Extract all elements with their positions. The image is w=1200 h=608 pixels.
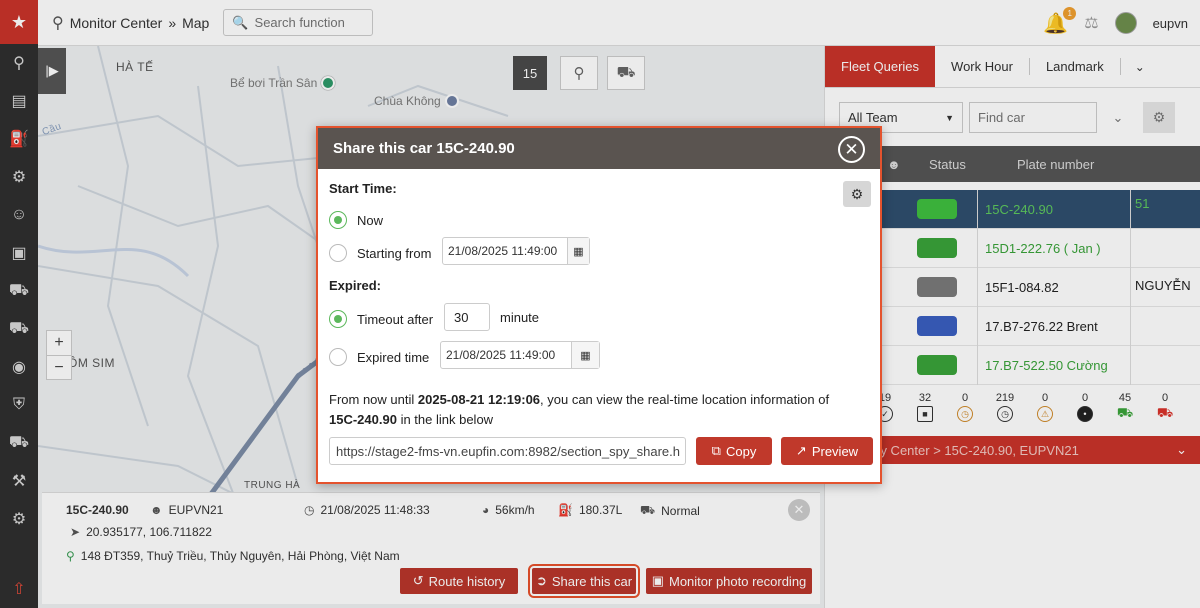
timeout-radio[interactable]: Timeout after (329, 310, 433, 328)
expired-datetime-value: 21/08/2025 11:49:00 (446, 348, 556, 362)
msg-plate: 15C-240.90 (329, 412, 397, 427)
now-label: Now (357, 212, 384, 228)
timeout-label: Timeout after (357, 311, 434, 327)
msg-mid: , you can view the real-time location in… (540, 392, 830, 407)
copy-button[interactable]: ⧉ Copy (696, 437, 772, 465)
msg-suffix: in the link below (396, 412, 494, 427)
radio-button-checked[interactable] (329, 310, 347, 328)
radio-button-checked[interactable] (329, 211, 347, 229)
expired-time-radio[interactable]: Expired time (329, 348, 429, 366)
start-time-label: Start Time: (329, 181, 397, 196)
modal-header: Share this car 15C-240.90 ✕ (318, 128, 880, 169)
starting-from-label: Starting from (357, 245, 432, 261)
msg-prefix: From now until (329, 392, 418, 407)
starting-from-radio[interactable]: Starting from (329, 244, 431, 262)
expired-label: Expired: (329, 278, 382, 293)
share-car-modal: Share this car 15C-240.90 ✕ ⚙ Start Time… (316, 126, 882, 484)
share-message: From now until 2025-08-21 12:19:06, you … (329, 390, 859, 430)
preview-label: Preview (811, 443, 859, 459)
modal-title: Share this car 15C-240.90 (333, 140, 515, 157)
preview-button[interactable]: ↗ Preview (781, 437, 873, 465)
share-link-field[interactable]: https://stage2-fms-vn.eupfin.com:8982/se… (329, 437, 686, 465)
timeout-minutes-input[interactable]: 30 (444, 303, 490, 331)
calendar-icon[interactable]: ▦ (571, 342, 599, 368)
now-radio[interactable]: Now (329, 211, 383, 229)
modal-settings-gear-icon[interactable]: ⚙ (843, 181, 871, 207)
close-icon[interactable]: ✕ (838, 136, 865, 163)
radio-button[interactable] (329, 348, 347, 366)
msg-until: 2025-08-21 12:19:06 (417, 392, 541, 407)
start-datetime-field[interactable]: 21/08/2025 11:49:00 ▦ (442, 237, 590, 265)
minute-label: minute (500, 310, 540, 325)
external-link-icon: ↗ (795, 443, 807, 458)
expired-time-label: Expired time (357, 349, 430, 365)
modal-body: ⚙ Start Time: Now Starting from 21/08/20… (318, 169, 880, 482)
expired-datetime-field[interactable]: 21/08/2025 11:49:00 ▦ (440, 341, 600, 369)
start-datetime-value: 21/08/2025 11:49:00 (448, 244, 558, 258)
copy-icon: ⧉ (711, 443, 721, 458)
radio-button[interactable] (329, 244, 347, 262)
calendar-icon[interactable]: ▦ (567, 238, 589, 264)
copy-label: Copy (725, 443, 757, 459)
